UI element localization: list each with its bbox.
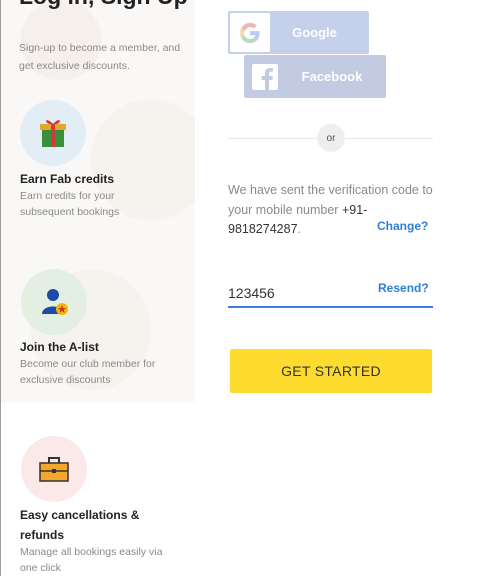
get-started-button[interactable]: GET STARTED (230, 349, 432, 393)
facebook-login-button[interactable]: Facebook (244, 55, 386, 98)
feature-desc-alist: Become our club member for exclusive dis… (20, 358, 156, 386)
feature-title-credits: Earn Fab credits (20, 172, 115, 186)
briefcase-icon (21, 436, 87, 502)
feature-title-cancellations: Easy cancellations & refunds (20, 508, 140, 542)
member-star-icon (21, 269, 87, 335)
feature-desc-cancellations: Manage all bookings easily via one click (20, 546, 163, 574)
google-login-button[interactable]: Google (228, 11, 369, 54)
facebook-icon (252, 63, 278, 90)
facebook-button-label: Facebook (301, 69, 363, 84)
feature-desc-credits: Earn credits for your subsequent booking… (20, 190, 120, 218)
resend-otp-link[interactable]: Resend? (378, 281, 429, 295)
google-icon (230, 13, 270, 52)
feature-title-alist: Join the A-list (20, 340, 99, 354)
gift-icon (20, 100, 86, 166)
change-number-link[interactable]: Change? (377, 219, 428, 233)
verification-period: . (297, 222, 302, 236)
signup-subtext: Sign-up to become a member, and get excl… (19, 42, 181, 72)
login-heading: Log in, Sign Up (19, 0, 189, 9)
google-button-label: Google (292, 25, 337, 40)
or-divider-label: or (317, 124, 345, 152)
verification-text: We have sent the verification code to yo… (228, 183, 433, 217)
